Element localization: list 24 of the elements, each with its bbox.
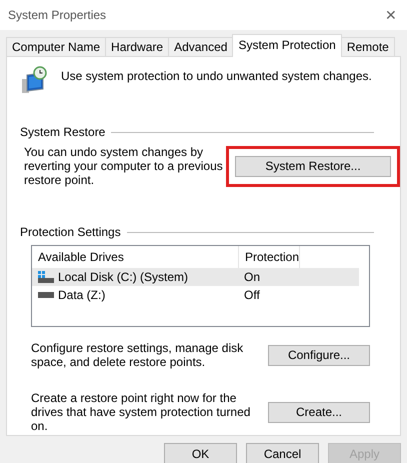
- system-restore-button[interactable]: System Restore...: [235, 156, 391, 176]
- group-heading: System Restore: [20, 125, 106, 139]
- system-drive-icon: [38, 271, 54, 283]
- drive-name: Data (Z:): [58, 288, 106, 302]
- drive-row[interactable]: Data (Z:) Off: [32, 286, 369, 304]
- drive-icon: [38, 292, 54, 298]
- tab[interactable]: Remote: [340, 37, 395, 56]
- group-heading: Protection Settings: [20, 225, 121, 239]
- action-description: Create a restore point right now for the drives that have system protection turned on.: [31, 391, 252, 433]
- restore-description: You can undo system changes by reverting your computer to a previous restore point.: [24, 145, 224, 187]
- tab[interactable]: Computer Name: [6, 37, 106, 56]
- tab[interactable]: System Protection: [232, 34, 342, 57]
- dialog-button[interactable]: OK: [164, 443, 237, 463]
- drive-row[interactable]: Local Disk (C:) (System) On: [32, 268, 359, 286]
- action-description: Configure restore settings, manage disk space, and delete restore points.: [31, 341, 244, 369]
- intro-text: Use system protection to undo unwanted system changes.: [61, 69, 372, 83]
- dialog-button[interactable]: Cancel: [246, 443, 319, 463]
- drive-name: Local Disk (C:) (System): [58, 270, 188, 284]
- action-button[interactable]: Create...: [268, 402, 370, 422]
- close-button[interactable]: ✕: [385, 7, 397, 23]
- protection-status: Off: [243, 288, 260, 302]
- action-button[interactable]: Configure...: [268, 344, 370, 366]
- protection-status: On: [243, 270, 260, 284]
- window-title: System Properties: [8, 8, 106, 22]
